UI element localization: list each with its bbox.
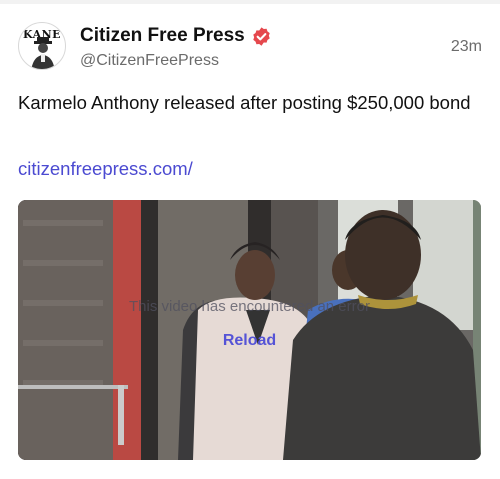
avatar[interactable]: KANE <box>18 22 66 70</box>
verified-badge-icon <box>253 26 270 46</box>
video-error-message: This video has encountered an error <box>129 298 370 315</box>
post-text: Karmelo Anthony released after posting $… <box>18 92 471 113</box>
author-block: Citizen Free Press @CitizenFreePress <box>80 24 272 70</box>
timestamp[interactable]: 23m <box>451 38 482 56</box>
post-link[interactable]: citizenfreepress.com/ <box>18 158 193 180</box>
post-card: KANE Citizen Free Press @CitizenFreePres… <box>0 4 500 479</box>
avatar-figure-icon <box>31 37 55 69</box>
display-name[interactable]: Citizen Free Press <box>80 25 245 47</box>
handle[interactable]: @CitizenFreePress <box>80 52 272 70</box>
video-player[interactable]: This video has encountered an error Relo… <box>18 200 481 460</box>
reload-button[interactable]: Reload <box>18 332 481 350</box>
video-thumbnail <box>18 200 481 460</box>
